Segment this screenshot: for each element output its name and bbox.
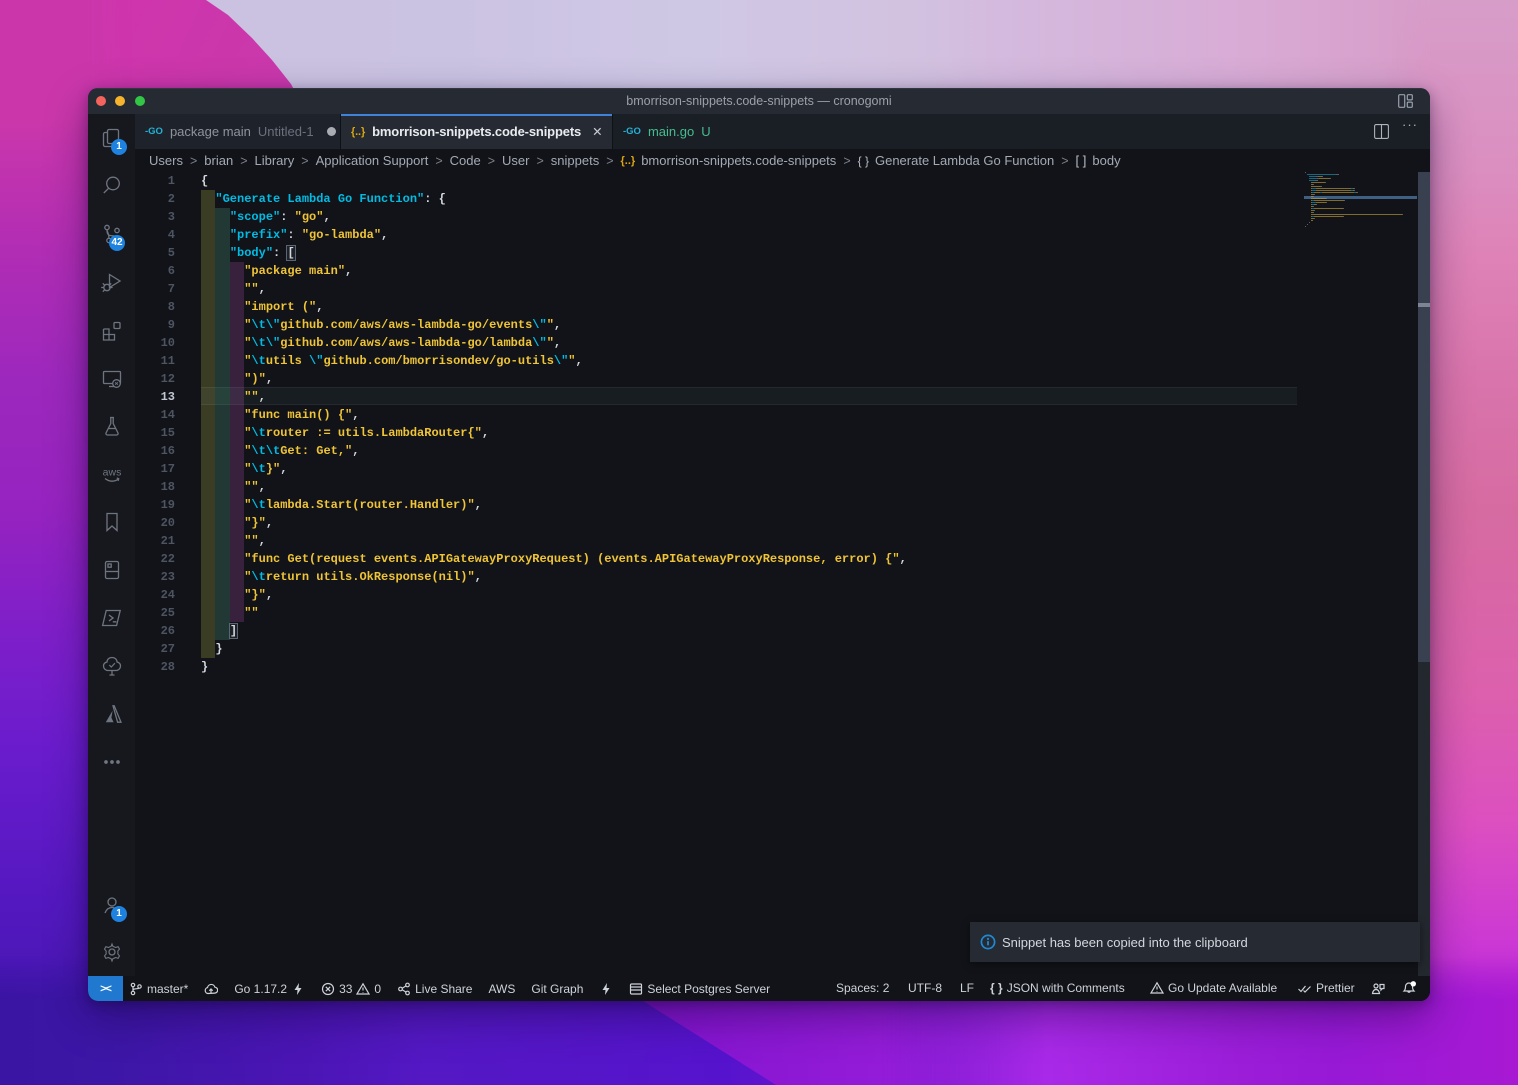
svg-text:aws: aws — [102, 466, 121, 478]
